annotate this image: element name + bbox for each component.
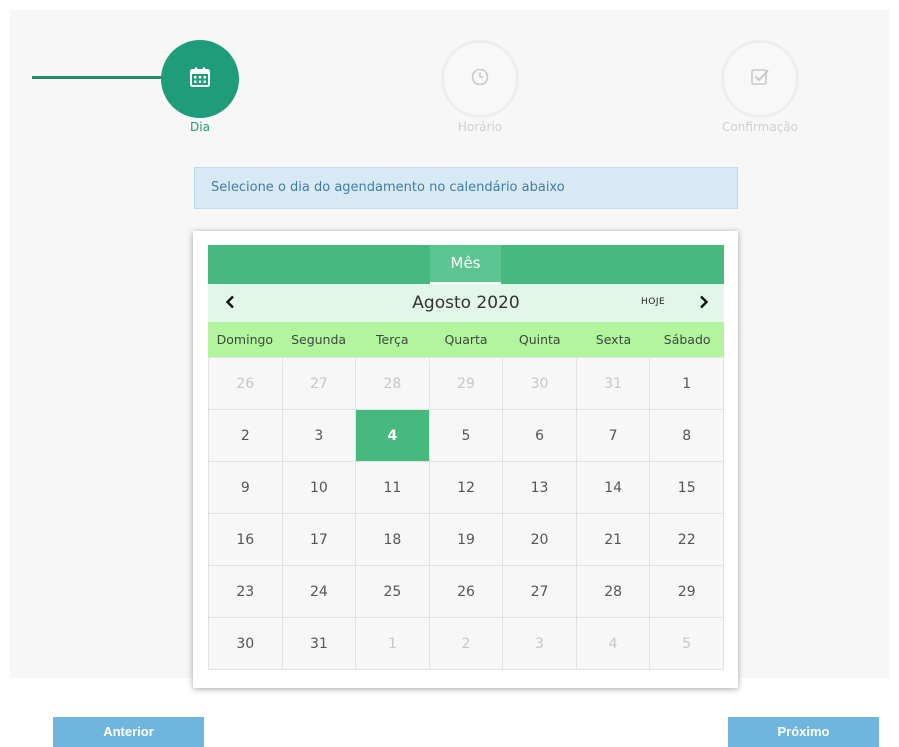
- weekday-label: Quinta: [518, 332, 561, 347]
- calendar-day[interactable]: 7: [576, 410, 651, 462]
- step-dia[interactable]: [161, 40, 239, 118]
- calendar-day[interactable]: 10: [282, 462, 357, 514]
- calendar-day[interactable]: 30: [209, 618, 283, 670]
- calendar-day-selected[interactable]: 4: [356, 410, 430, 462]
- today-button[interactable]: HOJE: [641, 297, 665, 307]
- weekday-label: Sexta: [595, 332, 632, 347]
- next-button[interactable]: Próximo: [728, 717, 879, 747]
- calendar-card: Mês Agosto 2020 HOJE Domingo Segunda Ter…: [193, 231, 738, 688]
- calendar-day[interactable]: 29: [650, 566, 724, 618]
- calendar-day[interactable]: 12: [429, 462, 504, 514]
- calendar-day[interactable]: 11: [356, 462, 430, 514]
- weekday-label: Segunda: [291, 332, 347, 347]
- calendar-day[interactable]: 28: [576, 566, 651, 618]
- calendar-day[interactable]: 15: [650, 462, 724, 514]
- calendar-day[interactable]: 1: [356, 618, 430, 670]
- calendar-day[interactable]: 19: [429, 514, 504, 566]
- calendar-day[interactable]: 3: [282, 410, 357, 462]
- chevron-right-icon: [699, 294, 709, 313]
- calendar-day[interactable]: 9: [209, 462, 283, 514]
- calendar-day[interactable]: 31: [282, 618, 357, 670]
- stepper-progress-line: [32, 76, 166, 79]
- calendar: Mês Agosto 2020 HOJE Domingo Segunda Ter…: [208, 245, 724, 670]
- step-confirmacao[interactable]: [721, 40, 799, 118]
- calendar-day[interactable]: 6: [503, 410, 577, 462]
- calendar-day[interactable]: 26: [209, 358, 283, 410]
- calendar-day[interactable]: 31: [576, 358, 651, 410]
- chevron-left-icon: [225, 294, 235, 313]
- calendar-day[interactable]: 20: [503, 514, 577, 566]
- calendar-day[interactable]: 22: [650, 514, 724, 566]
- calendar-day[interactable]: 18: [356, 514, 430, 566]
- step-horario[interactable]: [441, 40, 519, 118]
- weekday-label: Terça: [375, 332, 409, 347]
- calendar-day[interactable]: 16: [209, 514, 283, 566]
- step-label-confirmacao: Confirmação: [722, 120, 798, 134]
- checkbox-icon: [750, 67, 770, 91]
- calendar-day[interactable]: 5: [650, 618, 724, 670]
- previous-button[interactable]: Anterior: [53, 717, 204, 747]
- calendar-day[interactable]: 5: [429, 410, 504, 462]
- calendar-day[interactable]: 25: [356, 566, 430, 618]
- step-label-dia: Dia: [190, 120, 210, 134]
- calendar-day[interactable]: 2: [209, 410, 283, 462]
- calendar-day[interactable]: 30: [503, 358, 577, 410]
- calendar-day[interactable]: 8: [650, 410, 724, 462]
- tab-month-view[interactable]: Mês: [430, 245, 501, 284]
- calendar-day[interactable]: 23: [209, 566, 283, 618]
- calendar-day[interactable]: 27: [503, 566, 577, 618]
- weekday-label: Sábado: [663, 332, 711, 347]
- calendar-day[interactable]: 24: [282, 566, 357, 618]
- calendar-day[interactable]: 3: [503, 618, 577, 670]
- calendar-day[interactable]: 29: [429, 358, 504, 410]
- calendar-view-bar: Mês: [208, 245, 724, 284]
- calendar-day[interactable]: 21: [576, 514, 651, 566]
- calendar-day[interactable]: 28: [356, 358, 430, 410]
- weekday-label: Domingo: [216, 332, 274, 347]
- weekday-label: Quarta: [444, 332, 488, 347]
- calendar-navigation: Agosto 2020 HOJE: [208, 284, 724, 322]
- info-message: Selecione o dia do agendamento no calend…: [194, 167, 738, 209]
- calendar-day[interactable]: 14: [576, 462, 651, 514]
- calendar-day[interactable]: 2: [429, 618, 504, 670]
- calendar-day[interactable]: 13: [503, 462, 577, 514]
- calendar-day-grid: 26 27 28 29 30 31 1 2 3 4 5 6 7 8 9 10 11 12 13 14 15 16 17 18 1…: [208, 357, 724, 670]
- next-month-button[interactable]: [694, 292, 714, 314]
- calendar-day[interactable]: 26: [429, 566, 504, 618]
- calendar-day[interactable]: 4: [576, 618, 651, 670]
- step-label-horario: Horário: [457, 120, 503, 134]
- calendar-day[interactable]: 27: [282, 358, 357, 410]
- clock-icon: [471, 68, 489, 90]
- previous-month-button[interactable]: [220, 292, 240, 314]
- weekday-header: Domingo Segunda Terça Quarta Quinta Sext…: [208, 322, 724, 357]
- calendar-day[interactable]: 17: [282, 514, 357, 566]
- calendar-day[interactable]: 1: [650, 358, 724, 410]
- calendar-icon: [189, 66, 211, 92]
